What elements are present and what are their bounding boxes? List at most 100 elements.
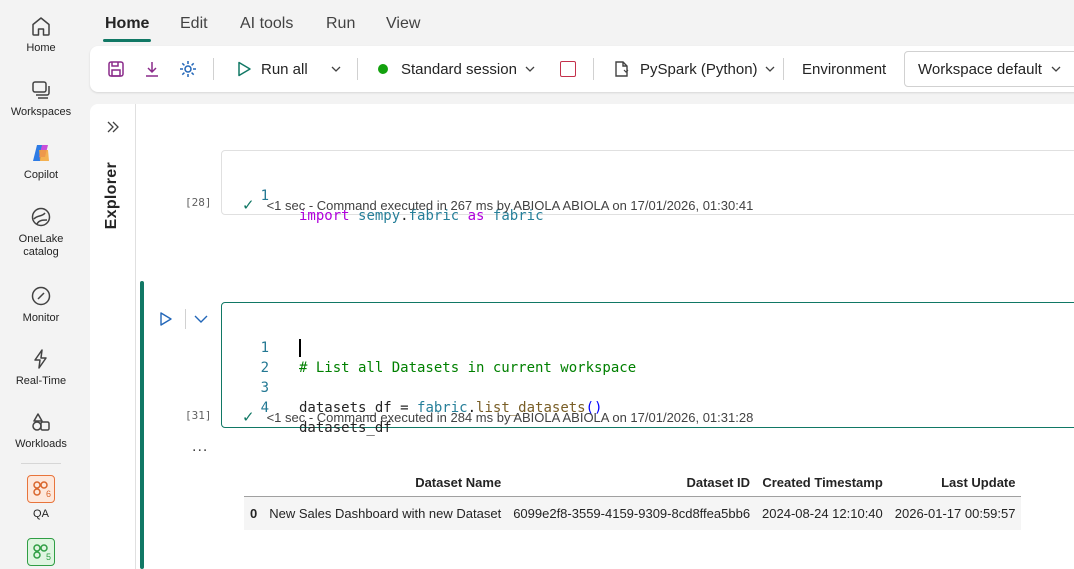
execution-count: [28] bbox=[185, 196, 212, 209]
tab-edit[interactable]: Edit bbox=[180, 15, 208, 33]
toolbar: Run all Standard session PySpark (Python… bbox=[90, 46, 1074, 92]
rail-divider bbox=[21, 463, 61, 464]
download-button[interactable] bbox=[142, 46, 162, 92]
chevron-down-icon bbox=[525, 66, 535, 72]
rail-item-home[interactable]: Home bbox=[0, 14, 82, 55]
workloads-icon bbox=[32, 413, 50, 431]
chevron-down-icon bbox=[331, 66, 341, 72]
stop-session-button[interactable] bbox=[560, 46, 576, 92]
app-rail: Home Workspaces Copilot OneLake catalog … bbox=[0, 0, 82, 569]
code-line[interactable]: 1 import sempy.fabric as fabric bbox=[222, 166, 1074, 224]
code-line[interactable]: 2 bbox=[222, 338, 1074, 376]
tab-home[interactable]: Home bbox=[105, 15, 149, 33]
rail-label: OneLake catalog bbox=[18, 233, 64, 258]
table-cell: 2024-08-24 12:10:40 bbox=[756, 496, 889, 530]
rail-label: Real-Time bbox=[15, 375, 67, 387]
code-line[interactable]: 4 datasets_df bbox=[222, 378, 1074, 436]
settings-button[interactable] bbox=[178, 46, 198, 92]
stop-icon bbox=[560, 61, 576, 77]
rail-item-workspaces[interactable]: Workspaces bbox=[0, 78, 82, 119]
workspaces-icon bbox=[32, 81, 50, 99]
ribbon-tabs: Home Edit AI tools Run View bbox=[90, 0, 1074, 44]
session-selector[interactable]: Standard session bbox=[378, 46, 536, 92]
text-cursor bbox=[299, 339, 301, 357]
session-status-icon bbox=[378, 64, 388, 74]
active-tab-indicator bbox=[103, 39, 151, 42]
rail-label: QA bbox=[33, 508, 49, 520]
rail-label: Copilot bbox=[23, 169, 59, 181]
collapse-cell-button[interactable] bbox=[193, 312, 209, 330]
table-row: 0 New Sales Dashboard with new Dataset 609… bbox=[244, 496, 1022, 530]
rail-item-realtime[interactable]: Real-Time bbox=[0, 347, 82, 388]
chevron-down-icon bbox=[1051, 66, 1061, 72]
code-cell-2[interactable]: 1 # List all Datasets in current workspa… bbox=[221, 302, 1074, 436]
toolbar-divider bbox=[783, 58, 784, 80]
output-table: Dataset Name Dataset ID Created Timestamp L… bbox=[244, 470, 1022, 530]
save-button[interactable] bbox=[106, 46, 126, 92]
chevron-down-icon bbox=[765, 66, 775, 72]
rail-label: Workloads bbox=[15, 438, 67, 450]
active-cell-indicator bbox=[140, 281, 144, 569]
lightning-icon bbox=[34, 349, 47, 369]
code-cell-1[interactable]: 1 import sempy.fabric as fabric ✓ <1 sec… bbox=[221, 150, 1074, 224]
run-all-dropdown[interactable] bbox=[330, 46, 342, 92]
column-header: Created Timestamp bbox=[756, 470, 889, 497]
workspace-badge-icon: 5 bbox=[27, 538, 55, 566]
rail-item-workloads[interactable]: Workloads bbox=[0, 410, 82, 451]
table-header-row: Dataset Name Dataset ID Created Timestamp L… bbox=[244, 470, 1022, 497]
download-icon bbox=[146, 62, 158, 77]
gear-icon bbox=[180, 61, 196, 77]
session-label: Standard session bbox=[401, 60, 517, 78]
chevron-down-icon bbox=[194, 315, 208, 323]
run-all-label: Run all bbox=[261, 60, 308, 78]
rail-workspace-2[interactable]: 5 bbox=[0, 538, 82, 566]
column-header bbox=[244, 470, 264, 497]
execution-count: [31] bbox=[185, 409, 212, 422]
run-cell-button[interactable] bbox=[158, 311, 174, 332]
tab-run[interactable]: Run bbox=[326, 15, 355, 33]
workspace-badge-count: 6 bbox=[45, 489, 51, 499]
toolbar-divider bbox=[357, 58, 358, 80]
table-cell: 0 bbox=[244, 496, 264, 530]
explorer-label[interactable]: Explorer bbox=[103, 162, 121, 229]
notebook: 1 import sempy.fabric as fabric ✓ <1 sec… bbox=[136, 104, 1074, 569]
pyspark-icon bbox=[615, 61, 629, 77]
language-label: PySpark (Python) bbox=[640, 60, 758, 78]
status-text: <1 sec - Command executed in 267 ms by A… bbox=[266, 197, 754, 213]
column-header: Dataset Name bbox=[263, 470, 508, 497]
rail-item-monitor[interactable]: Monitor bbox=[0, 284, 82, 325]
home-icon bbox=[32, 17, 50, 36]
table-cell: 2026-01-17 00:59:57 bbox=[888, 496, 1022, 530]
output-more-button[interactable]: ... bbox=[192, 438, 208, 456]
language-selector[interactable]: PySpark (Python) bbox=[612, 46, 776, 92]
run-all-button[interactable]: Run all bbox=[235, 46, 308, 92]
cell-control-divider bbox=[185, 309, 186, 329]
toolbar-divider bbox=[593, 58, 594, 80]
status-text: <1 sec - Command executed in 284 ms by A… bbox=[266, 409, 754, 425]
environment-label: Environment bbox=[802, 60, 887, 78]
monitor-icon bbox=[31, 286, 51, 306]
play-icon bbox=[160, 312, 172, 326]
onelake-icon bbox=[31, 207, 51, 227]
workspace-badge-count: 5 bbox=[45, 552, 51, 562]
play-icon bbox=[238, 61, 251, 77]
tab-view[interactable]: View bbox=[386, 15, 420, 33]
environment-value: Workspace default bbox=[918, 60, 1042, 78]
cell-status: ✓ <1 sec - Command executed in 284 ms by… bbox=[242, 408, 753, 426]
table-cell: 6099e2f8-3559-4159-9309-8cd8ffea5bb6 bbox=[507, 496, 757, 530]
toolbar-divider bbox=[213, 58, 214, 80]
code-line[interactable]: 1 # List all Datasets in current workspa… bbox=[222, 318, 1074, 376]
rail-workspace-qa[interactable]: 6 QA bbox=[0, 475, 82, 521]
rail-item-onelake[interactable]: OneLake catalog bbox=[0, 205, 82, 259]
tab-ai-tools[interactable]: AI tools bbox=[240, 15, 293, 33]
rail-item-copilot[interactable]: Copilot bbox=[0, 141, 82, 182]
table-cell: New Sales Dashboard with new Dataset bbox=[263, 496, 508, 530]
environment-select[interactable]: Workspace default bbox=[904, 51, 1074, 87]
expand-icon[interactable] bbox=[105, 119, 121, 135]
rail-label: Monitor bbox=[22, 312, 60, 324]
workspace-badge-icon: 6 bbox=[27, 475, 55, 503]
code-line[interactable]: 3 datasets_df = fabric.list_datasets() bbox=[222, 358, 1074, 416]
column-header: Last Update bbox=[888, 470, 1022, 497]
check-icon: ✓ bbox=[242, 409, 255, 426]
cell-status: ✓ <1 sec - Command executed in 267 ms by… bbox=[242, 196, 753, 214]
